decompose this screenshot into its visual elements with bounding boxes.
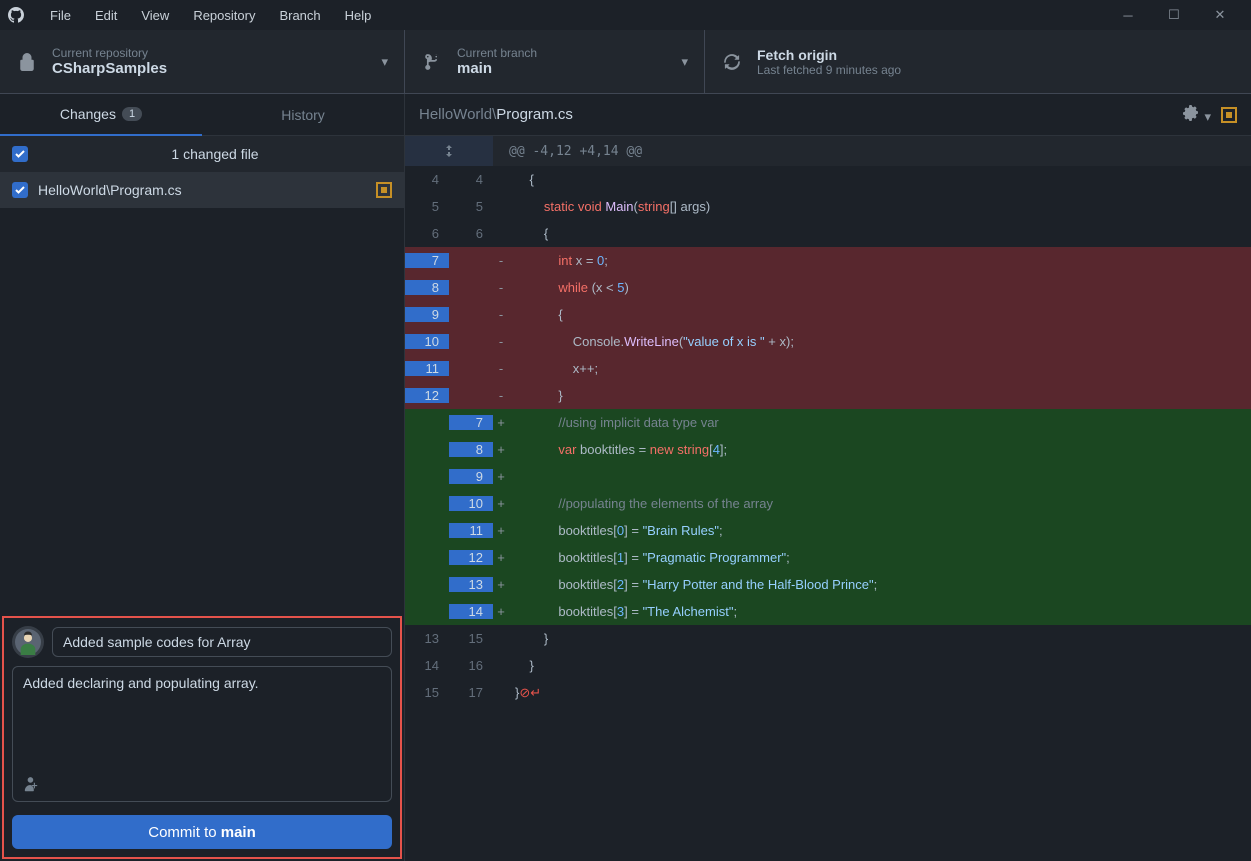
hunk-header: @@ -4,12 +4,14 @@ bbox=[405, 136, 1251, 166]
git-branch-icon bbox=[423, 53, 441, 71]
branch-name: main bbox=[457, 60, 537, 77]
titlebar: FileEditViewRepositoryBranchHelp ─ ☐ ✕ bbox=[0, 0, 1251, 30]
file-checkbox[interactable] bbox=[12, 182, 28, 198]
menu-file[interactable]: File bbox=[38, 4, 83, 27]
tab-changes[interactable]: Changes 1 bbox=[0, 94, 202, 136]
diff-line[interactable]: 55 static void Main(string[] args) bbox=[405, 193, 1251, 220]
menu-bar: FileEditViewRepositoryBranchHelp bbox=[38, 4, 383, 27]
add-coauthor-icon[interactable] bbox=[22, 776, 40, 797]
diff-line[interactable]: 9+ bbox=[405, 463, 1251, 490]
commit-button-prefix: Commit to bbox=[148, 824, 221, 841]
current-repository-selector[interactable]: Current repository CSharpSamples ▾ bbox=[0, 30, 405, 93]
menu-help[interactable]: Help bbox=[333, 4, 384, 27]
diff-line[interactable]: 10- Console.WriteLine("value of x is " +… bbox=[405, 328, 1251, 355]
diff-line[interactable]: 7+ //using implicit data type var bbox=[405, 409, 1251, 436]
commit-summary-input[interactable] bbox=[52, 627, 392, 657]
fetch-status: Last fetched 9 minutes ago bbox=[757, 63, 901, 77]
gear-icon[interactable]: ▾ bbox=[1183, 105, 1211, 125]
diff-line[interactable]: 7- int x = 0; bbox=[405, 247, 1251, 274]
changes-count-badge: 1 bbox=[122, 107, 142, 121]
maximize-button[interactable]: ☐ bbox=[1151, 0, 1197, 30]
modified-icon bbox=[376, 182, 392, 198]
diff-line[interactable]: 8- while (x < 5) bbox=[405, 274, 1251, 301]
expand-hunk-button[interactable] bbox=[405, 136, 493, 166]
menu-repository[interactable]: Repository bbox=[181, 4, 267, 27]
diff-line[interactable]: 11+ booktitles[0] = "Brain Rules"; bbox=[405, 517, 1251, 544]
diff-line[interactable]: 8+ var booktitles = new string[4]; bbox=[405, 436, 1251, 463]
diff-line[interactable]: 9- { bbox=[405, 301, 1251, 328]
current-branch-selector[interactable]: Current branch main ▾ bbox=[405, 30, 705, 93]
diff-file-path: HelloWorld\Program.cs bbox=[419, 106, 573, 123]
diff-line[interactable]: 1315 } bbox=[405, 625, 1251, 652]
diff-line[interactable]: 10+ //populating the elements of the arr… bbox=[405, 490, 1251, 517]
sidebar: Changes 1 History 1 changed file HelloWo… bbox=[0, 94, 405, 861]
file-name: HelloWorld\Program.cs bbox=[38, 182, 366, 198]
avatar bbox=[12, 626, 44, 658]
commit-description-input[interactable] bbox=[12, 666, 392, 802]
repo-name: CSharpSamples bbox=[52, 60, 167, 77]
modified-icon bbox=[1221, 107, 1237, 123]
diff-line[interactable]: 12+ booktitles[1] = "Pragmatic Programme… bbox=[405, 544, 1251, 571]
tab-changes-label: Changes bbox=[60, 106, 116, 122]
diff-line[interactable]: 44 { bbox=[405, 166, 1251, 193]
lock-icon bbox=[18, 53, 36, 71]
file-count-label: 1 changed file bbox=[38, 146, 392, 162]
fetch-label: Fetch origin bbox=[757, 47, 901, 63]
commit-button[interactable]: Commit to main bbox=[12, 815, 392, 849]
github-logo-icon bbox=[8, 7, 24, 23]
diff-header: HelloWorld\Program.cs ▾ bbox=[405, 94, 1251, 136]
diff-line[interactable]: 66 { bbox=[405, 220, 1251, 247]
branch-label: Current branch bbox=[457, 46, 537, 60]
commit-form: Commit to main bbox=[2, 616, 402, 859]
tab-history-label: History bbox=[281, 107, 325, 123]
diff-line[interactable]: 12- } bbox=[405, 382, 1251, 409]
menu-view[interactable]: View bbox=[129, 4, 181, 27]
diff-line[interactable]: 14+ booktitles[3] = "The Alchemist"; bbox=[405, 598, 1251, 625]
changed-file-row[interactable]: HelloWorld\Program.cs bbox=[0, 172, 404, 208]
caret-down-icon: ▾ bbox=[381, 54, 388, 70]
caret-down-icon: ▾ bbox=[681, 54, 688, 70]
minimize-button[interactable]: ─ bbox=[1105, 0, 1151, 30]
repo-label: Current repository bbox=[52, 46, 167, 60]
close-button[interactable]: ✕ bbox=[1197, 0, 1243, 30]
diff-view: HelloWorld\Program.cs ▾ @@ -4,12 +4,14 @… bbox=[405, 94, 1251, 861]
menu-edit[interactable]: Edit bbox=[83, 4, 129, 27]
hunk-info: @@ -4,12 +4,14 @@ bbox=[493, 136, 1251, 166]
select-all-checkbox[interactable] bbox=[12, 146, 28, 162]
tab-history[interactable]: History bbox=[202, 94, 404, 136]
diff-line[interactable]: 13+ booktitles[2] = "Harry Potter and th… bbox=[405, 571, 1251, 598]
diff-line[interactable]: 11- x++; bbox=[405, 355, 1251, 382]
toolbar: Current repository CSharpSamples ▾ Curre… bbox=[0, 30, 1251, 94]
file-list-header: 1 changed file bbox=[0, 136, 404, 172]
fetch-origin-button[interactable]: Fetch origin Last fetched 9 minutes ago bbox=[705, 30, 1251, 93]
diff-line[interactable]: 1517}⊘↵ bbox=[405, 679, 1251, 706]
menu-branch[interactable]: Branch bbox=[267, 4, 332, 27]
diff-line[interactable]: 1416 } bbox=[405, 652, 1251, 679]
sync-icon bbox=[723, 53, 741, 71]
commit-button-branch: main bbox=[221, 824, 256, 841]
sidebar-tabs: Changes 1 History bbox=[0, 94, 404, 136]
